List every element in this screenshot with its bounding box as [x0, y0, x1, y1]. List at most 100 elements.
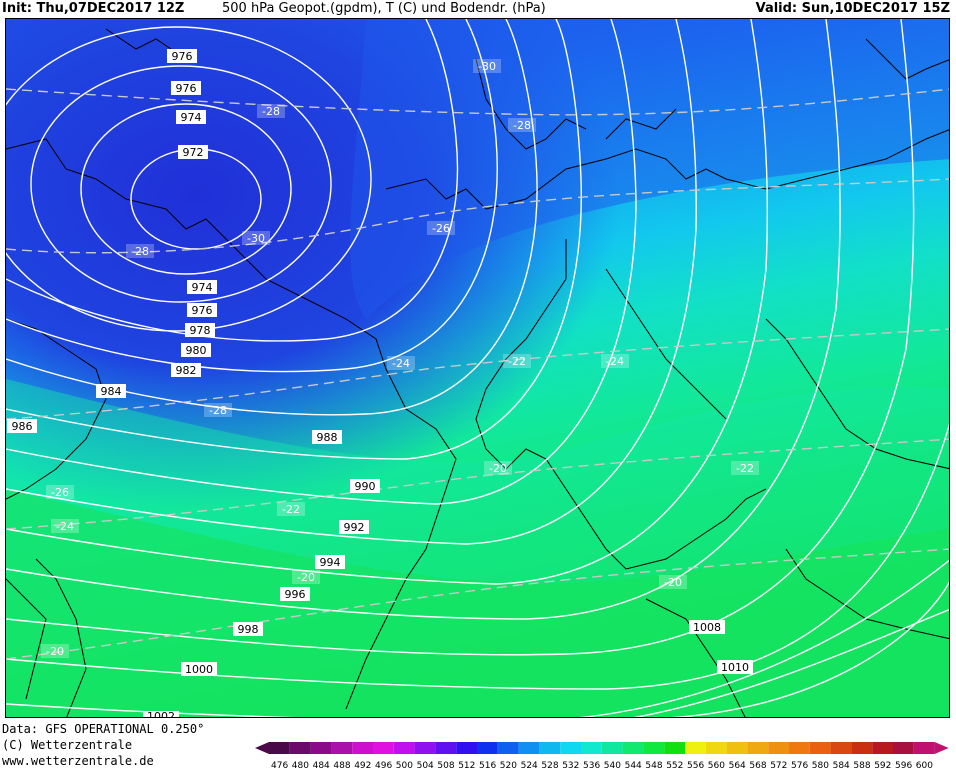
isobar-label: 1002: [143, 710, 179, 718]
legend-value: 516: [479, 761, 496, 770]
legend-swatch: [393, 742, 415, 754]
svg-text:-28: -28: [209, 404, 227, 417]
legend-value: 600: [916, 761, 933, 770]
svg-text:974: 974: [192, 281, 213, 294]
isobar-label: 988: [312, 430, 342, 444]
temperature-label: -22: [731, 461, 759, 475]
legend-value: 536: [583, 761, 600, 770]
legend-value: 508: [437, 761, 454, 770]
isobar-label: 992: [339, 520, 369, 534]
legend-value: 528: [541, 761, 558, 770]
temperature-label: -22: [277, 502, 305, 516]
svg-text:-24: -24: [606, 355, 624, 368]
temperature-label: -28: [204, 403, 232, 417]
legend-swatch: [331, 742, 353, 754]
temperature-label: -28: [257, 104, 285, 118]
legend-swatch: [518, 742, 540, 754]
svg-text:-26: -26: [51, 486, 69, 499]
legend-swatch: [581, 742, 602, 754]
legend-value: 492: [354, 761, 371, 770]
temperature-label: -24: [387, 356, 415, 370]
temperature-label: -30: [242, 231, 270, 245]
legend-value: 576: [791, 761, 808, 770]
legend-swatch: [560, 742, 581, 754]
isobar-label: 986: [7, 419, 37, 433]
svg-text:986: 986: [12, 420, 33, 433]
legend-swatch: [747, 742, 769, 754]
legend-swatch: [643, 742, 665, 754]
svg-text:-28: -28: [131, 245, 149, 258]
temperature-label: -26: [427, 221, 455, 235]
svg-text:-20: -20: [664, 576, 682, 589]
map-description: 500 hPa Geopot.(gpdm), T (C) und Bodendr…: [222, 1, 546, 16]
legend-swatch: [477, 742, 498, 754]
legend-value: 496: [375, 761, 392, 770]
svg-text:1008: 1008: [693, 621, 721, 634]
temperature-label: -20: [659, 575, 687, 589]
svg-text:978: 978: [190, 324, 211, 337]
svg-text:-28: -28: [262, 105, 280, 118]
temperature-label: -24: [601, 354, 629, 368]
isobar-label: 990: [350, 479, 380, 493]
svg-text:976: 976: [192, 304, 213, 317]
legend-value: 532: [562, 761, 579, 770]
legend-swatch: [539, 742, 561, 754]
legend-swatch: [601, 742, 623, 754]
temperature-label: -28: [508, 118, 536, 132]
isobar-label: 972: [178, 145, 208, 159]
legend-swatch: [872, 742, 893, 754]
svg-text:-22: -22: [282, 503, 300, 516]
svg-text:976: 976: [172, 50, 193, 63]
legend-swatch: [705, 742, 727, 754]
legend-value: 548: [645, 761, 662, 770]
run-hour: 12Z: [156, 1, 185, 16]
isobar-label: 974: [176, 110, 206, 124]
legend-value: 488: [333, 761, 350, 770]
legend-swatch: [789, 742, 810, 754]
svg-text:-20: -20: [46, 645, 64, 658]
legend-value: 568: [749, 761, 766, 770]
legend-swatch: [622, 742, 644, 754]
legend-value: 540: [604, 761, 621, 770]
svg-text:-20: -20: [297, 571, 315, 584]
svg-text:998: 998: [238, 623, 259, 636]
svg-text:974: 974: [181, 111, 202, 124]
legend-value: 596: [895, 761, 912, 770]
legend-value: 504: [417, 761, 434, 770]
legend-swatch: [414, 742, 436, 754]
svg-text:994: 994: [320, 556, 341, 569]
website-url: www.wetterzentrale.de: [2, 754, 154, 768]
legend-swatch: [352, 742, 373, 754]
temperature-label: -24: [51, 519, 79, 533]
isobar-label: 976: [167, 49, 197, 63]
isobar-label: 1008: [689, 620, 725, 634]
isobar-label: 976: [171, 81, 201, 95]
legend-value: 560: [708, 761, 725, 770]
svg-text:984: 984: [101, 385, 122, 398]
isobar-label: 978: [185, 323, 215, 337]
forecast-map: 976 976 974 972 974 976 978 980 982 984 …: [5, 18, 950, 718]
init-time: Init: Thu,07DEC2017 12Z: [2, 1, 185, 16]
temperature-label: -28: [126, 244, 154, 258]
legend-swatch: [456, 742, 477, 754]
svg-text:-20: -20: [489, 462, 507, 475]
legend-swatch: [768, 742, 789, 754]
legend-swatch: [497, 742, 519, 754]
legend-value: 556: [687, 761, 704, 770]
legend-value: 552: [666, 761, 683, 770]
svg-text:1002: 1002: [147, 710, 175, 718]
legend-swatch: [373, 742, 394, 754]
svg-text:-22: -22: [508, 355, 526, 368]
svg-text:990: 990: [355, 480, 376, 493]
svg-text:-24: -24: [56, 520, 74, 533]
legend-value: 580: [812, 761, 829, 770]
color-legend: 476 480 484 488 492 496 500 504 508 512 516 520 524 5…: [255, 742, 949, 770]
isobar-label: 984: [96, 384, 126, 398]
legend-swatch: [289, 742, 311, 754]
svg-text:-30: -30: [478, 60, 496, 73]
svg-text:982: 982: [176, 364, 197, 377]
legend-swatch: [310, 742, 332, 754]
svg-text:980: 980: [186, 344, 207, 357]
legend-value: 564: [729, 761, 746, 770]
legend-value: 480: [292, 761, 309, 770]
